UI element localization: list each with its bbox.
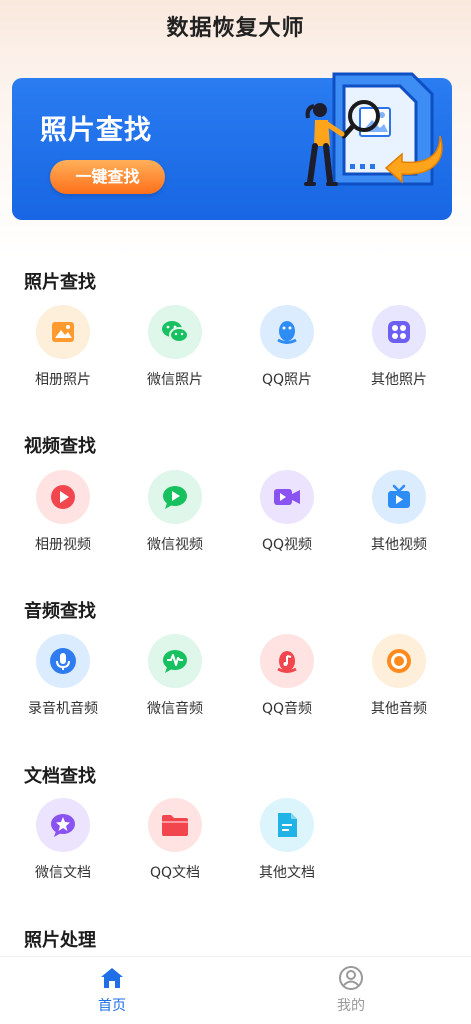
item-label: 微信视频 [147, 537, 203, 553]
tab-profile-label: 我的 [337, 998, 365, 1014]
record-icon [372, 634, 426, 688]
item-label: 其他照片 [371, 372, 427, 388]
item-label: QQ照片 [261, 372, 313, 388]
banner-title: 照片查找 [40, 115, 152, 146]
one-click-search-button[interactable]: 一键查找 [50, 160, 165, 194]
app-title: 数据恢复大师 [166, 16, 305, 41]
grid-item-wechat-video[interactable]: 微信视频 [120, 470, 230, 554]
grid-item-qq-document[interactable]: QQ文档 [120, 798, 230, 882]
bottom-tab-bar: 首页 我的 [0, 956, 471, 1024]
home-icon [101, 968, 123, 988]
item-label: 其他文档 [259, 865, 315, 881]
section-title-video: 视频查找 [24, 436, 96, 457]
star-chat-icon [36, 798, 90, 852]
item-label: 相册照片 [35, 372, 91, 388]
tab-profile[interactable]: 我的 [291, 965, 411, 1015]
grid-item-qq-audio[interactable]: QQ音频 [232, 634, 342, 718]
photo-album-icon [36, 305, 90, 359]
wechat-audio-icon [148, 634, 202, 688]
tab-home-label: 首页 [98, 998, 126, 1014]
section-title-photo: 照片查找 [24, 272, 96, 293]
section-title-audio: 音频查找 [24, 601, 96, 622]
play-circle-icon [36, 470, 90, 524]
grid-item-album-video[interactable]: 相册视频 [8, 470, 118, 554]
grid-item-qq-photo[interactable]: QQ照片 [232, 305, 342, 389]
tab-home[interactable]: 首页 [52, 965, 172, 1015]
grid-item-wechat-audio[interactable]: 微信音频 [120, 634, 230, 718]
wechat-video-icon [148, 470, 202, 524]
document-icon [260, 798, 314, 852]
section-title-photo-processing: 照片处理 [24, 930, 96, 951]
grid-item-other-audio[interactable]: 其他音频 [344, 634, 454, 718]
item-label: 其他音频 [371, 701, 427, 717]
item-label: QQ文档 [149, 865, 201, 881]
item-label: 微信音频 [147, 701, 203, 717]
grid-item-recorder-audio[interactable]: 录音机音频 [8, 634, 118, 718]
item-label: 其他视频 [371, 537, 427, 553]
grid-item-qq-video[interactable]: QQ视频 [232, 470, 342, 554]
photo-search-banner[interactable]: 照片查找 一键查找 [12, 72, 452, 220]
grid-item-album-photo[interactable]: 相册照片 [8, 305, 118, 389]
grid-item-wechat-photo[interactable]: 微信照片 [120, 305, 230, 389]
folder-icon [148, 798, 202, 852]
tv-icon [372, 470, 426, 524]
qq-audio-icon [260, 634, 314, 688]
item-label: QQ视频 [261, 537, 313, 553]
video-camera-icon [260, 470, 314, 524]
search-illustration-icon [304, 72, 443, 186]
grid-item-wechat-document[interactable]: 微信文档 [8, 798, 118, 882]
qq-icon [260, 305, 314, 359]
wechat-icon [148, 305, 202, 359]
section-title-document: 文档查找 [24, 766, 96, 787]
grid-item-other-document[interactable]: 其他文档 [232, 798, 342, 882]
profile-icon [339, 966, 363, 990]
microphone-icon [36, 634, 90, 688]
item-label: 微信照片 [147, 372, 203, 388]
item-label: 录音机音频 [28, 701, 98, 717]
item-label: 相册视频 [35, 537, 91, 553]
item-label: QQ音频 [261, 701, 313, 717]
grid-dots-icon [372, 305, 426, 359]
grid-item-other-video[interactable]: 其他视频 [344, 470, 454, 554]
item-label: 微信文档 [35, 865, 91, 881]
grid-item-other-photo[interactable]: 其他照片 [344, 305, 454, 389]
